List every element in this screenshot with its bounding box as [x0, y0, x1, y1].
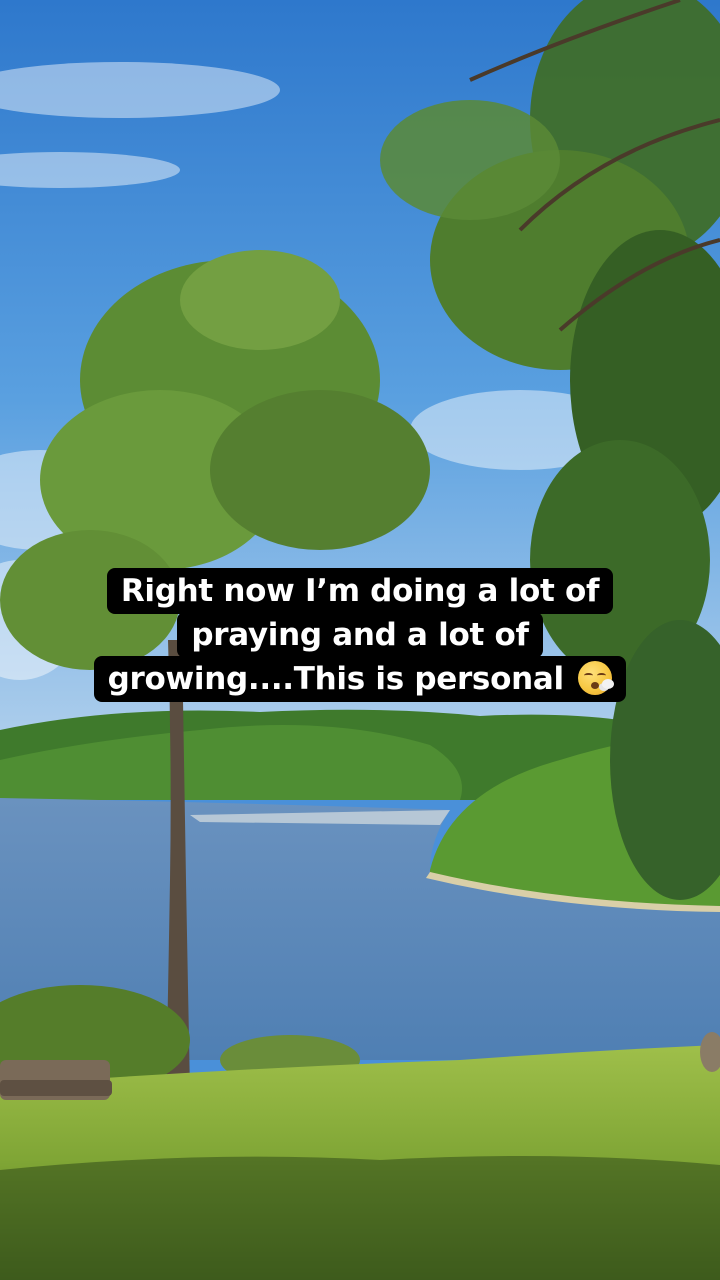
shade — [0, 1156, 720, 1280]
face-exhaling-icon — [578, 661, 615, 695]
caption-line-3: growing....This is personal — [93, 656, 627, 702]
caption-line-1: Right now I’m doing a lot of — [106, 568, 614, 614]
caption: Right now I’m doing a lot of praying and… — [0, 568, 720, 702]
caption-line-2: praying and a lot of — [177, 612, 543, 658]
caption-line-3-text: growing....This is personal — [107, 661, 564, 697]
